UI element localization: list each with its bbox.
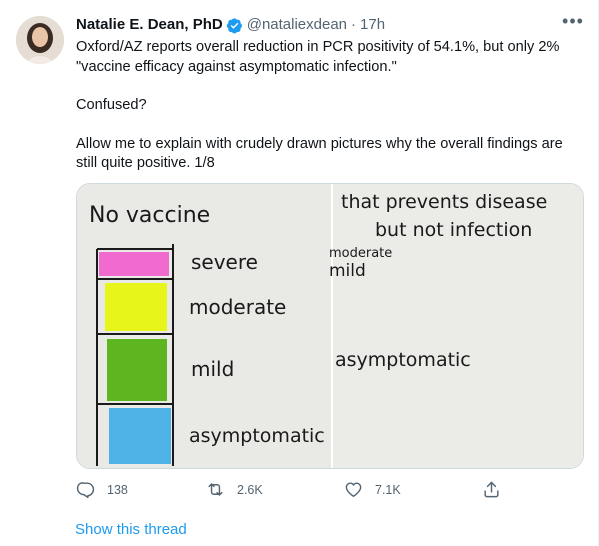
tweet-paragraph: Oxford/AZ reports overall reduction in P… <box>76 39 560 75</box>
right-label-moderate: moderate <box>329 246 392 261</box>
moderate-block <box>105 283 167 331</box>
author-handle[interactable]: @nataliexdean <box>247 15 347 35</box>
reply-button[interactable]: 138 <box>76 480 128 499</box>
photo-right[interactable]: that prevents disease but not infection … <box>329 184 584 469</box>
tweet-actions: 138 2.6K 7.1K <box>76 480 516 502</box>
avatar[interactable] <box>16 16 64 64</box>
tweet-header: Natalie E. Dean, PhD @nataliexdean · 17h… <box>76 12 584 36</box>
more-options-icon[interactable]: ••• <box>562 12 584 36</box>
label-severe: severe <box>191 250 258 274</box>
tweet-media[interactable]: No vaccine severe moderate mild asymptom… <box>76 183 584 469</box>
attached-photos: No vaccine severe moderate mild asymptom… <box>77 184 584 469</box>
tweet-paragraph: Confused? <box>76 97 147 113</box>
author-name[interactable]: Natalie E. Dean, PhD <box>76 15 223 35</box>
label-moderate: moderate <box>189 295 286 319</box>
share-icon <box>484 481 499 498</box>
verified-badge-icon <box>226 17 243 34</box>
right-label-asymptomatic: asymptomatic <box>335 349 471 371</box>
photo-right-title-line1: that prevents disease <box>341 191 547 213</box>
mild-block <box>107 339 167 401</box>
retweet-icon <box>208 483 223 496</box>
photo-left-title: No vaccine <box>89 203 210 228</box>
share-button[interactable] <box>482 480 501 499</box>
retweet-count: 2.6K <box>237 482 263 497</box>
photo-left[interactable]: No vaccine severe moderate mild asymptom… <box>77 184 331 469</box>
photo-right-title-line2: but not infection <box>375 219 532 241</box>
like-button[interactable]: 7.1K <box>344 480 401 499</box>
label-asymptomatic: asymptomatic <box>189 425 325 447</box>
severe-block <box>99 252 169 276</box>
separator-dot: · <box>351 16 357 33</box>
reply-icon <box>76 482 95 499</box>
like-count: 7.1K <box>375 482 401 497</box>
tweet-timestamp[interactable]: 17h <box>360 15 385 35</box>
heart-icon <box>345 482 362 497</box>
avatar-image <box>16 16 64 64</box>
reply-count: 138 <box>107 482 128 497</box>
tweet[interactable]: Natalie E. Dean, PhD @nataliexdean · 17h… <box>0 0 599 546</box>
retweet-button[interactable]: 2.6K <box>206 480 263 499</box>
tweet-text: Oxford/AZ reports overall reduction in P… <box>76 38 584 174</box>
right-label-mild: mild <box>329 261 366 281</box>
show-thread-link[interactable]: Show this thread <box>75 521 187 538</box>
label-mild: mild <box>191 357 234 381</box>
asymptomatic-block <box>109 408 171 464</box>
tweet-paragraph: Allow me to explain with crudely drawn p… <box>76 135 563 172</box>
